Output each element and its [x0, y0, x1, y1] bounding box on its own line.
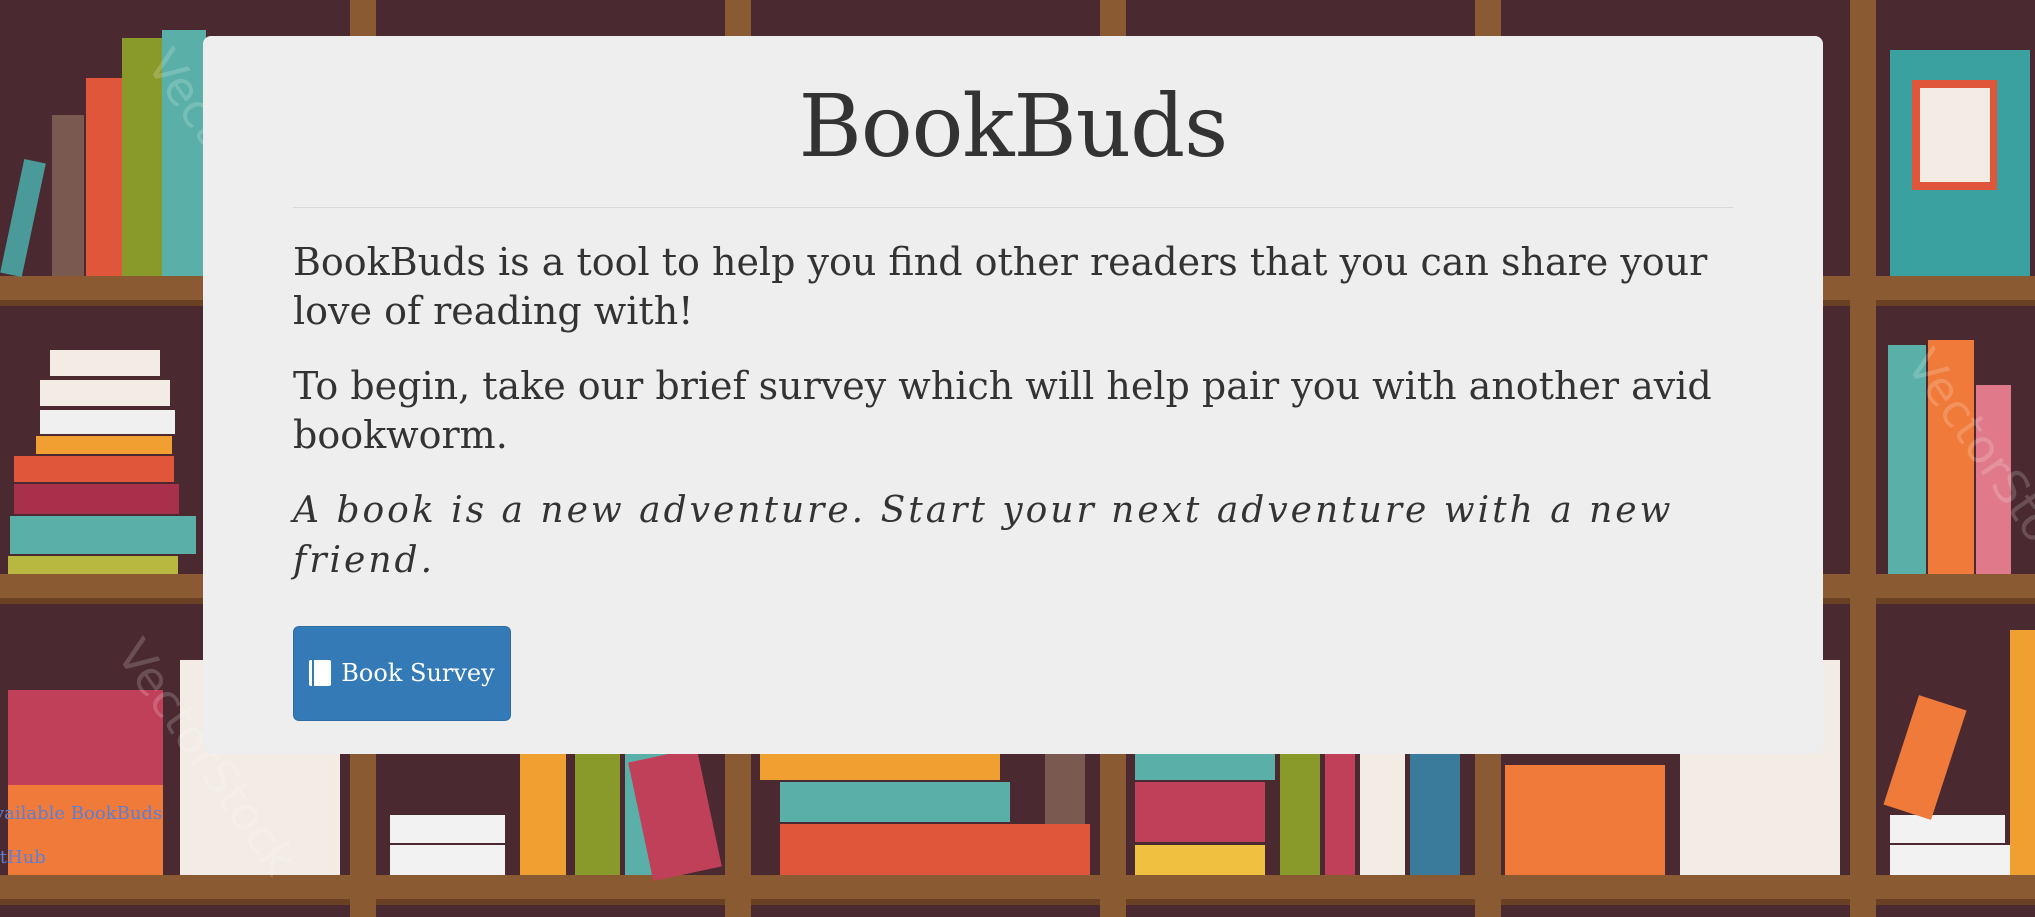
book-illustration: [36, 436, 172, 454]
title-divider: [293, 206, 1733, 208]
book-illustration: [40, 410, 175, 434]
book-illustration: [1410, 754, 1460, 875]
book-illustration: [50, 350, 160, 376]
book-illustration: [780, 824, 1090, 875]
book-survey-label: Book Survey: [341, 659, 495, 688]
shelf-divider: [1850, 0, 1876, 917]
page-title: BookBuds: [798, 77, 1229, 177]
book-illustration: [390, 845, 505, 875]
book-illustration: [1325, 754, 1355, 875]
book-illustration: [390, 815, 505, 843]
intro-text: BookBuds is a tool to help you find othe…: [293, 239, 1708, 333]
book-survey-button[interactable]: Book Survey: [293, 625, 511, 721]
book-illustration: [1890, 815, 2005, 843]
book-illustration: [1890, 845, 2015, 875]
instruction-text: To begin, take our brief survey which wi…: [293, 363, 1712, 457]
available-bookbuds-link[interactable]: vailable BookBuds: [0, 803, 162, 824]
book-icon: [309, 660, 332, 687]
book-illustration: [0, 158, 46, 278]
book-illustration: [40, 380, 170, 406]
book-illustration: [14, 484, 179, 514]
book-illustration: [520, 754, 566, 875]
book-illustration: [10, 516, 196, 554]
book-illustration: [1360, 754, 1405, 875]
book-illustration: [1135, 782, 1265, 842]
book-illustration: [1920, 88, 1990, 182]
book-illustration: [575, 754, 620, 875]
jumbotron-panel: BookBuds BookBuds is a tool to help you …: [203, 36, 1823, 754]
quote-text: A book is a new adventure. Start your ne…: [293, 489, 1674, 581]
book-illustration: [8, 556, 178, 574]
book-illustration: [1883, 695, 1967, 820]
book-illustration: [1280, 754, 1320, 875]
book-illustration: [1135, 845, 1265, 875]
book-illustration: [86, 78, 122, 276]
book-illustration: [14, 456, 174, 482]
book-illustration: [780, 782, 1010, 822]
github-link[interactable]: itHub: [0, 847, 46, 868]
book-illustration: [1045, 754, 1085, 824]
book-illustration: [760, 754, 1000, 780]
book-illustration: [52, 115, 84, 276]
book-illustration: [2010, 630, 2035, 875]
box-illustration: [1505, 765, 1665, 875]
shelf-plank: [0, 875, 2035, 905]
book-illustration: [1135, 754, 1275, 780]
